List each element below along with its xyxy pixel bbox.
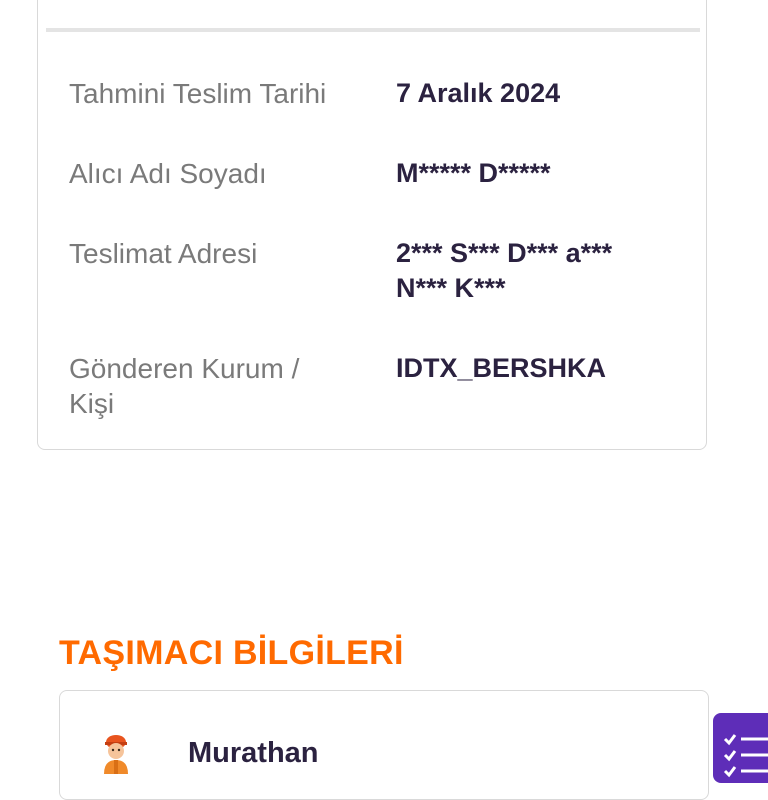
estimated-delivery-label: Tahmini Teslim Tarihi (69, 78, 327, 109)
carrier-card[interactable] (59, 690, 709, 800)
delivery-address-label: Teslimat Adresi (69, 238, 258, 269)
delivery-address-line2: N*** K*** (396, 273, 506, 303)
card-divider (46, 28, 700, 32)
delivery-address-line1: 2*** S*** D*** a*** (396, 238, 613, 268)
sender-label-line1: Gönderen Kurum / (69, 353, 300, 384)
delivery-address-value: 2*** S*** D*** a*** N*** K*** (396, 236, 696, 306)
checklist-fab-button[interactable] (713, 713, 768, 783)
recipient-name-label: Alıcı Adı Soyadı (69, 158, 267, 189)
carrier-section-title: TAŞIMACI BİLGİLERİ (59, 634, 404, 672)
sender-label-line2: Kişi (69, 388, 115, 419)
courier-icon (104, 735, 128, 774)
carrier-name: Murathan (188, 737, 319, 769)
checklist-icon (723, 734, 768, 778)
estimated-delivery-value: 7 Aralık 2024 (396, 78, 561, 108)
recipient-name-value: M***** D***** (396, 158, 551, 188)
sender-value: IDTX_BERSHKA (396, 353, 607, 383)
sender-label: Gönderen Kurum / Kişi (69, 351, 359, 421)
